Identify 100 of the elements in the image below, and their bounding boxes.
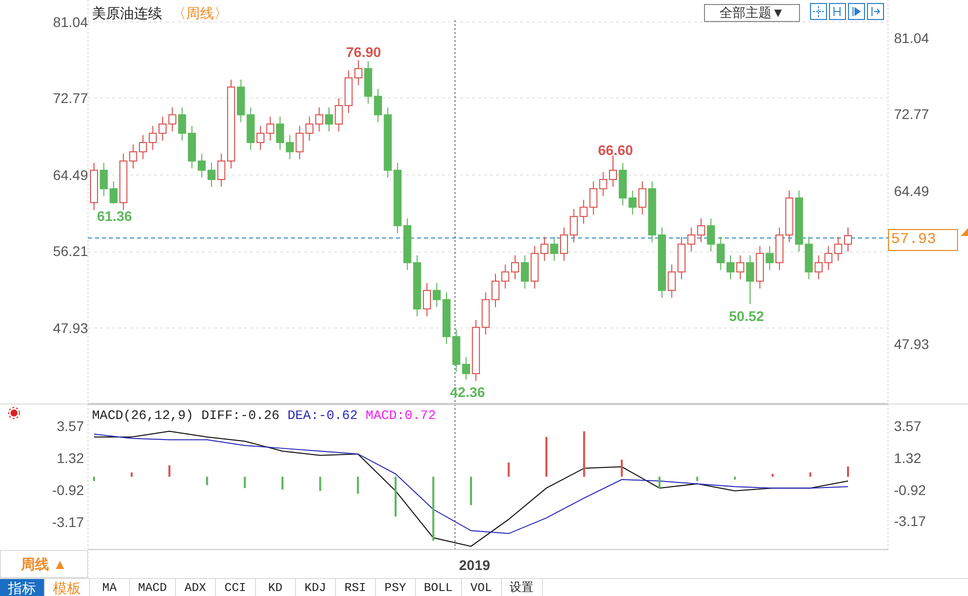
candle [834, 236, 842, 262]
axis-label: 81.04 [52, 14, 88, 30]
axis-label: 64.49 [894, 183, 930, 199]
candle [618, 162, 627, 206]
candle [374, 88, 382, 123]
axis-label: 3.57 [56, 418, 84, 434]
candle [638, 180, 646, 216]
candle [706, 218, 715, 252]
date-label: 2019 [459, 556, 490, 575]
candle [296, 125, 304, 160]
histogram-bar [620, 460, 623, 477]
candle [785, 190, 794, 243]
axis-label: 72.77 [894, 106, 930, 122]
candle [90, 162, 98, 210]
histogram-bar [432, 476, 434, 541]
candle [580, 199, 588, 224]
candle [403, 218, 412, 271]
axis-label: 56.21 [52, 243, 88, 260]
candle [442, 292, 451, 345]
candle [550, 236, 558, 262]
candle [168, 106, 176, 132]
candle [814, 254, 823, 280]
macd-value: MACD:0.72 [366, 407, 436, 425]
target-icon [6, 405, 22, 421]
histogram-bar [394, 476, 397, 516]
candle [188, 125, 196, 169]
histogram-bar [809, 472, 812, 477]
candle [560, 227, 568, 262]
candle [795, 190, 804, 252]
candle [746, 254, 754, 305]
candle [364, 60, 372, 104]
price-annotation: 42.36 [450, 383, 486, 402]
histogram-bar [545, 436, 548, 477]
candle [726, 254, 734, 280]
candle [482, 292, 490, 336]
candle [276, 116, 284, 150]
exit-icon[interactable] [867, 3, 884, 20]
candle [736, 254, 744, 280]
candle [668, 264, 676, 298]
candle [158, 116, 167, 142]
candle [716, 236, 725, 271]
candle [129, 144, 138, 169]
candle [305, 116, 314, 142]
histogram-bar [583, 431, 586, 477]
candle [844, 227, 852, 252]
candle [266, 116, 274, 142]
candle [334, 98, 343, 132]
candle [648, 180, 656, 243]
axis-label: -0.92 [894, 482, 926, 498]
candle [384, 106, 392, 178]
candle [520, 254, 529, 290]
macd-label: MACD(26,12,9) [92, 407, 194, 425]
histogram-bar [734, 476, 736, 480]
marker-icon [961, 228, 968, 236]
candle [325, 106, 334, 132]
axis-label: 47.93 [52, 320, 88, 336]
histogram-bar [130, 472, 133, 477]
chart-title: 美原油连续 [92, 4, 162, 23]
histogram-bar [206, 476, 208, 486]
axis-label: -3.17 [52, 514, 84, 530]
axis-label: -3.17 [894, 513, 926, 529]
histogram-bar [168, 465, 170, 477]
dea-value: DEA:-0.62 [287, 407, 358, 425]
indicator-tab[interactable]: 指标 [0, 579, 45, 596]
axis-label: 1.32 [56, 450, 84, 466]
candle [286, 134, 294, 160]
candle [432, 282, 441, 308]
axis-label: 47.93 [894, 336, 930, 352]
candle [452, 328, 460, 372]
candle [628, 190, 637, 216]
candle [756, 246, 764, 290]
axis-label: -0.92 [52, 482, 84, 498]
candle [315, 106, 324, 132]
period-label: 〈周线〉 [172, 4, 228, 23]
theme-dropdown[interactable]: 全部主题▼ [704, 4, 800, 22]
candle [394, 162, 402, 234]
histogram-bar [356, 476, 359, 494]
crosshair-icon[interactable] [810, 3, 827, 20]
candle [148, 125, 157, 150]
candle [100, 162, 108, 197]
axis-label: 72.77 [52, 90, 88, 106]
candle [178, 106, 186, 142]
histogram-bar [508, 462, 510, 477]
price-annotation: 50.52 [729, 307, 764, 326]
forward-icon[interactable] [848, 3, 865, 20]
candle [217, 153, 226, 188]
axis-label: 1.32 [894, 450, 922, 466]
candle [608, 154, 617, 188]
axis-label: 81.04 [894, 30, 930, 46]
candle [501, 264, 510, 290]
candle [697, 218, 706, 243]
candle [824, 246, 832, 271]
histogram-bar [772, 474, 774, 477]
candle [804, 236, 813, 280]
histogram-bar [696, 476, 698, 481]
histogram-bar [319, 476, 322, 491]
diff-value: DIFF:-0.26 [201, 407, 280, 425]
candle [198, 153, 206, 178]
candle [599, 172, 608, 197]
price-annotation: 61.36 [97, 207, 132, 226]
